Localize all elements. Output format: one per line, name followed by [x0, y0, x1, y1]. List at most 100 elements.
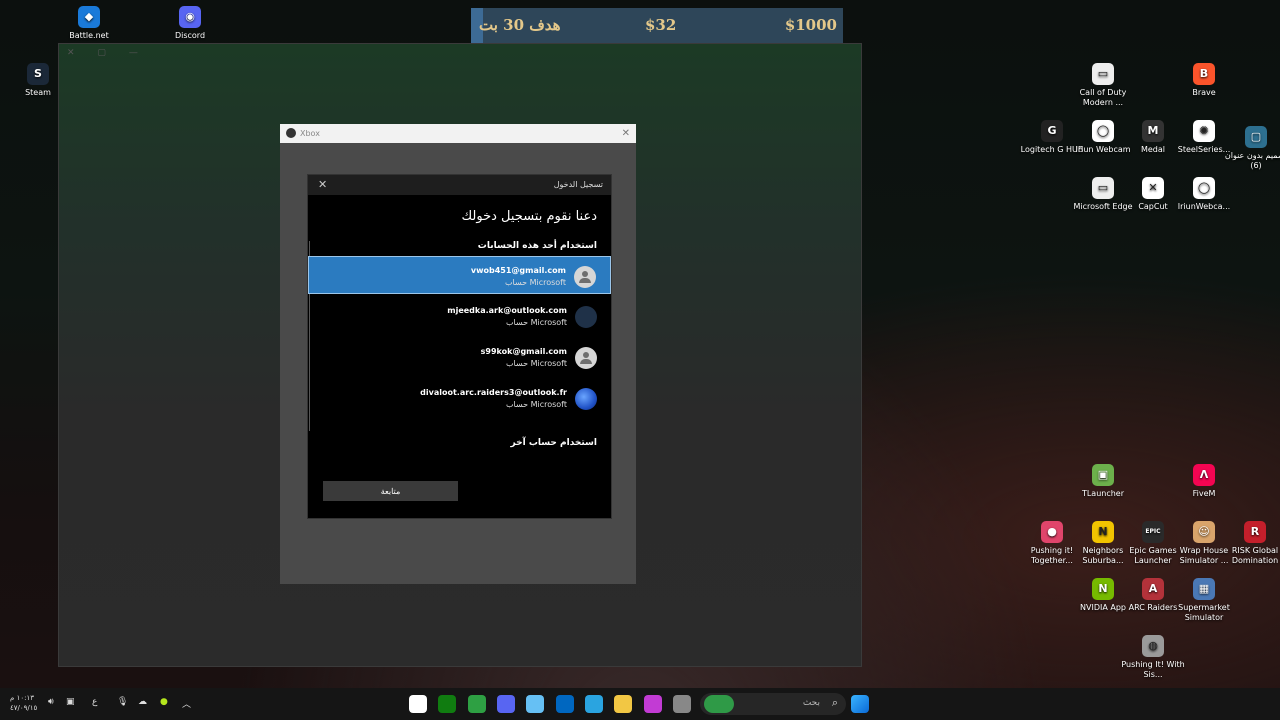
- dialog-heading: دعنا نقوم بتسجيل دخولك: [461, 209, 597, 224]
- app-icon: ▭: [1092, 63, 1114, 85]
- goal-current: $32: [645, 16, 677, 34]
- taskbar-m365-icon[interactable]: [644, 695, 662, 713]
- app-icon: B: [1193, 63, 1215, 85]
- date: ٤٧/٠٩/١٥: [10, 704, 38, 712]
- app-icon: ◯: [1193, 177, 1215, 199]
- account-option[interactable]: s99kok@gmail.com حساب Microsoft: [308, 338, 611, 376]
- other-account-label[interactable]: استخدام حساب آخر: [511, 438, 597, 448]
- account-avatar-icon: [575, 347, 597, 369]
- account-avatar-icon: [574, 266, 596, 288]
- taskbar-xbox-app-icon[interactable]: [409, 695, 427, 713]
- desktop-icon-label: Supermarket Simulator: [1178, 603, 1230, 622]
- desktop-icon-label: Battle.net: [69, 31, 109, 40]
- dialog-close-icon[interactable]: ✕: [318, 178, 327, 191]
- desktop-icon-label: FiveM: [1192, 489, 1216, 498]
- app-icon: N: [1092, 521, 1114, 543]
- app-icon: ▭: [1092, 177, 1114, 199]
- xbox-logo-icon: [286, 128, 296, 138]
- desktop-icon-label: Pushing It! With Sis...: [1121, 660, 1185, 679]
- tray-app-icon[interactable]: ●: [160, 697, 168, 707]
- taskbar-window-icon[interactable]: [673, 695, 691, 713]
- desktop-icon[interactable]: ▢ تصميم بدون عنوان (6): [1224, 126, 1280, 171]
- goal-label: هدف 30 بت: [479, 16, 561, 34]
- microphone-icon[interactable]: 🎙︎: [117, 697, 128, 707]
- app-icon: ▣: [1092, 464, 1114, 486]
- desktop-icon-label: Call of Duty Modern ...: [1079, 88, 1127, 107]
- background-window-controls: ✕ ▢ —: [67, 48, 138, 58]
- taskbar-app-green-icon[interactable]: [468, 695, 486, 713]
- app-icon: M: [1142, 120, 1164, 142]
- app-icon: ✺: [1193, 120, 1215, 142]
- dialog-title: تسجيل الدخول: [553, 180, 603, 189]
- account-option[interactable]: vwob451@gmail.com حساب Microsoft: [308, 256, 611, 294]
- account-email: vwob451@gmail.com: [470, 266, 566, 275]
- account-option[interactable]: mjeedka.ark@outlook.com حساب Microsoft: [308, 297, 611, 335]
- desktop-icon-label: TLauncher: [1081, 489, 1125, 498]
- continue-button[interactable]: متابعة: [323, 481, 458, 501]
- taskbar-files-icon[interactable]: [614, 695, 632, 713]
- taskbar-steam-icon[interactable]: [526, 695, 544, 713]
- taskbar-discord-icon[interactable]: [497, 695, 515, 713]
- desktop-icon-label: Discord: [174, 31, 206, 40]
- desktop-icon[interactable]: ◍ Pushing It! With Sis...: [1121, 635, 1185, 680]
- app-icon: ▢: [1245, 126, 1267, 148]
- xbox-close-icon[interactable]: ✕: [622, 124, 630, 143]
- sign-in-dialog: ✕ تسجيل الدخول دعنا نقوم بتسجيل دخولك اس…: [307, 174, 612, 519]
- app-icon: A: [1142, 578, 1164, 600]
- search-icon: ⌕: [831, 696, 838, 709]
- app-icon: ▦: [1193, 578, 1215, 600]
- stream-goal-banner: هدف 30 بت $32 $1000: [471, 8, 843, 43]
- desktop-icon-label: IriunWebca...: [1177, 202, 1231, 211]
- desktop-icon[interactable]: R RISK Global Domination: [1223, 521, 1280, 566]
- language-indicator[interactable]: ع: [92, 697, 97, 707]
- cloud-icon[interactable]: ☁: [138, 697, 147, 707]
- app-icon: ✕: [1142, 177, 1164, 199]
- account-avatar-icon: [575, 306, 597, 328]
- app-icon: EPIC: [1142, 521, 1164, 543]
- account-type: حساب Microsoft: [505, 400, 567, 409]
- app-icon: ◯: [1092, 120, 1114, 142]
- clock[interactable]: ١٠:١٣ م ٤٧/٠٩/١٥: [10, 693, 37, 713]
- search-box[interactable]: بحث ⌕: [700, 693, 846, 715]
- chevron-up-icon[interactable]: ︿: [182, 697, 191, 710]
- desktop-icon[interactable]: Λ FiveM: [1172, 464, 1236, 499]
- desktop-icon-label: تصميم بدون عنوان (6): [1224, 151, 1280, 170]
- accounts-section-label: استخدام أحد هذه الحسابات: [477, 241, 597, 251]
- app-icon: ●: [1041, 521, 1063, 543]
- xbox-title: Xbox: [300, 129, 320, 138]
- app-icon: ☺: [1193, 521, 1215, 543]
- time: ١٠:١٣ م: [10, 694, 34, 702]
- desktop-icon[interactable]: B Brave: [1172, 63, 1236, 98]
- app-icon: G: [1041, 120, 1063, 142]
- account-email: divaloot.arc.raiders3@outlook.fr: [420, 388, 567, 397]
- account-email: mjeedka.ark@outlook.com: [447, 306, 567, 315]
- dialog-header: ✕ تسجيل الدخول: [308, 175, 611, 195]
- network-icon[interactable]: ▣: [66, 697, 75, 707]
- app-icon: ◆: [78, 6, 100, 28]
- account-avatar-icon: [575, 388, 597, 410]
- start-button[interactable]: [851, 695, 869, 713]
- desktop-icon[interactable]: ▭ Call of Duty Modern ...: [1071, 63, 1135, 108]
- account-option[interactable]: divaloot.arc.raiders3@outlook.fr حساب Mic…: [308, 379, 611, 417]
- desktop-icon[interactable]: ▦ Supermarket Simulator: [1172, 578, 1236, 623]
- xbox-titlebar: Xbox ✕: [280, 124, 636, 143]
- app-icon: ◉: [179, 6, 201, 28]
- taskbar-edge-icon[interactable]: [585, 695, 603, 713]
- desktop-icon[interactable]: ▣ TLauncher: [1071, 464, 1135, 499]
- desktop-icon[interactable]: ◆ Battle.net: [57, 6, 121, 41]
- desktop-icon[interactable]: ◉ Discord: [158, 6, 222, 41]
- desktop-icon[interactable]: ◯ IriunWebca...: [1172, 177, 1236, 212]
- app-icon: ◍: [1142, 635, 1164, 657]
- app-icon: R: [1244, 521, 1266, 543]
- taskbar: ١٠:١٣ م ٤٧/٠٩/١٥ 🔊︎ ▣ ع 🎙︎ ☁ ● ︿ بحث ⌕: [0, 688, 1280, 720]
- app-icon: N: [1092, 578, 1114, 600]
- account-type: حساب Microsoft: [505, 318, 567, 327]
- taskbar-store-icon[interactable]: [556, 695, 574, 713]
- desktop-icon-label: Brave: [1192, 88, 1216, 97]
- taskbar-xbox-green-icon[interactable]: [438, 695, 456, 713]
- volume-icon[interactable]: 🔊︎: [48, 697, 54, 707]
- goal-target: $1000: [784, 16, 837, 34]
- account-type: حساب Microsoft: [504, 278, 566, 287]
- desktop-icon-label: RISK Global Domination: [1231, 546, 1279, 565]
- search-highlight-icon: [704, 695, 734, 713]
